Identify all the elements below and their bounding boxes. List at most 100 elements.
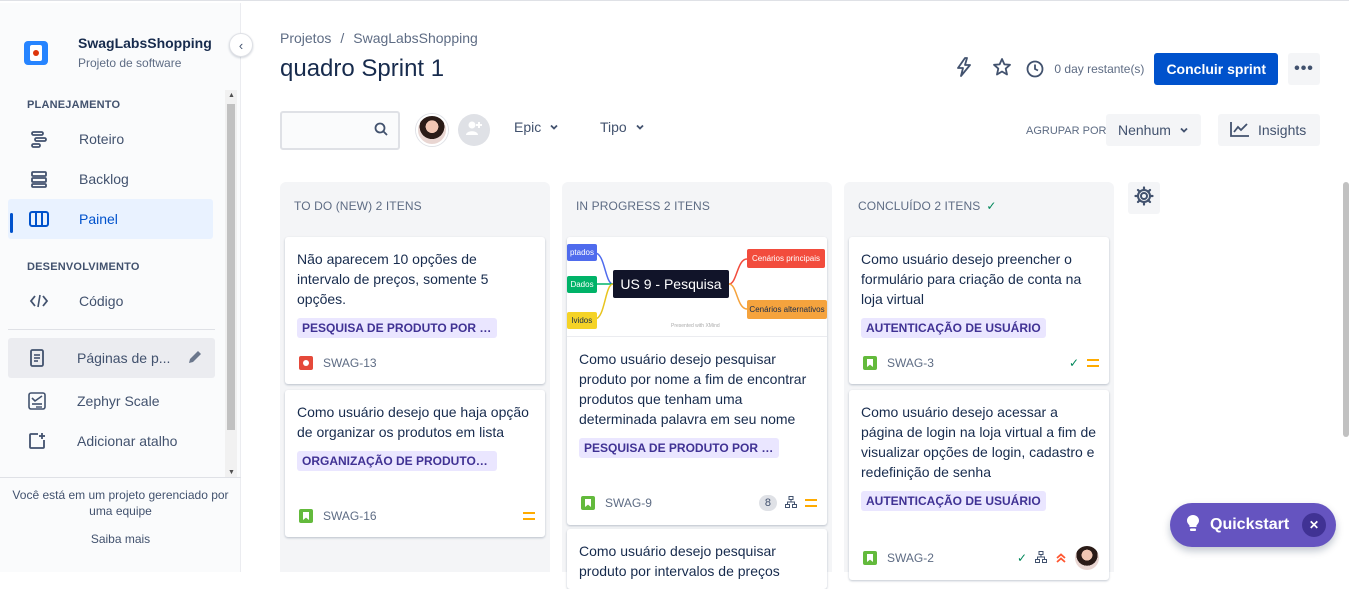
issue-key: SWAG-3 bbox=[887, 356, 934, 370]
epic-label[interactable]: PESQUISA DE PRODUTO POR INTE... bbox=[297, 318, 497, 338]
group-by-dropdown[interactable]: Nenhum bbox=[1106, 114, 1201, 146]
insights-chart-icon bbox=[1230, 121, 1250, 140]
done-check-icon: ✓ bbox=[986, 199, 997, 213]
mindmap-node: ptados bbox=[567, 244, 597, 261]
zephyr-icon bbox=[26, 390, 48, 412]
sidebar-item-painel[interactable]: Painel bbox=[8, 199, 213, 239]
story-icon bbox=[863, 551, 877, 565]
quickstart-label: Quickstart bbox=[1210, 516, 1290, 533]
mindmap-center-node: US 9 - Pesquisa bbox=[613, 270, 729, 298]
issue-card[interactable]: Não aparecem 10 opções de intervalo de p… bbox=[285, 237, 545, 384]
board-scrollbar[interactable] bbox=[1343, 182, 1349, 437]
subtask-hierarchy-icon bbox=[1035, 550, 1047, 566]
breadcrumb-projects[interactable]: Projetos bbox=[280, 30, 331, 46]
sidebar-item-paginas[interactable]: Páginas de p... bbox=[8, 338, 215, 378]
sidebar-item-label: Adicionar atalho bbox=[77, 433, 178, 449]
issue-card[interactable]: Como usuário desejo pesquisar produto po… bbox=[567, 529, 827, 589]
user-avatar-filter[interactable] bbox=[416, 114, 448, 146]
project-avatar-icon bbox=[24, 41, 48, 65]
subtask-hierarchy-icon bbox=[785, 495, 797, 511]
chevron-down-icon bbox=[549, 119, 559, 135]
collapse-sidebar-button[interactable]: ‹ bbox=[229, 33, 253, 57]
breadcrumb-project[interactable]: SwagLabsShopping bbox=[353, 30, 478, 46]
card-cover-mindmap: ptados Dados lvidos US 9 - Pesquisa Cená… bbox=[567, 237, 827, 337]
sidebar-item-backlog[interactable]: Backlog bbox=[8, 159, 213, 199]
header-actions: 0 day restante(s) Concluir sprint ••• bbox=[948, 53, 1320, 85]
epic-label[interactable]: AUTENTICAÇÃO DE USUÁRIO bbox=[861, 318, 1046, 338]
card-footer: SWAG-16 bbox=[299, 509, 535, 523]
epic-label[interactable]: PESQUISA DE PRODUTO POR NOME bbox=[579, 438, 779, 458]
backlog-icon bbox=[28, 168, 50, 190]
card-summary: Como usuário desejo pesquisar produto po… bbox=[579, 543, 780, 579]
board-settings-button[interactable] bbox=[1128, 182, 1160, 214]
edit-pencil-icon[interactable] bbox=[187, 349, 203, 368]
card-summary: Como usuário desejo pesquisar produto po… bbox=[579, 351, 807, 427]
epic-label[interactable]: ORGANIZAÇÃO DE PRODUTOS EM ... bbox=[297, 451, 497, 471]
sidebar-scrollbar[interactable]: ▲ ▼ bbox=[225, 90, 237, 478]
subtask-count-badge: 8 bbox=[758, 495, 777, 511]
group-by-label: AGRUPAR POR bbox=[1026, 125, 1107, 137]
chevron-left-icon: ‹ bbox=[238, 37, 244, 53]
epic-filter-label: Epic bbox=[514, 119, 542, 135]
insights-button[interactable]: Insights bbox=[1218, 114, 1320, 146]
sidebar-item-roteiro[interactable]: Roteiro bbox=[8, 119, 213, 159]
section-planning: PLANEJAMENTO bbox=[27, 99, 121, 111]
column-title-text: CONCLUÍDO 2 ITENS bbox=[858, 199, 981, 213]
issue-card[interactable]: ptados Dados lvidos US 9 - Pesquisa Cená… bbox=[567, 237, 827, 525]
quickstart-close-button[interactable]: ✕ bbox=[1302, 513, 1326, 537]
lightning-icon bbox=[955, 56, 973, 82]
assignee-avatar[interactable] bbox=[1075, 546, 1099, 570]
sidebar-item-label: Painel bbox=[79, 211, 118, 227]
story-icon bbox=[581, 496, 595, 510]
complete-sprint-button[interactable]: Concluir sprint bbox=[1154, 53, 1278, 85]
active-indicator bbox=[10, 213, 13, 233]
card-footer: SWAG-13 bbox=[299, 356, 535, 370]
learn-more-link[interactable]: Saiba mais bbox=[8, 531, 233, 547]
board-search-input[interactable] bbox=[280, 111, 400, 150]
priority-medium-icon bbox=[805, 499, 817, 507]
epic-label[interactable]: AUTENTICAÇÃO DE USUÁRIO bbox=[861, 491, 1046, 511]
story-icon bbox=[299, 509, 313, 523]
board-icon bbox=[28, 208, 50, 230]
card-footer: SWAG-3 ✓ bbox=[863, 356, 1099, 370]
search-icon bbox=[374, 122, 388, 141]
scrollbar-thumb[interactable] bbox=[227, 104, 235, 430]
sidebar-item-label: Código bbox=[79, 293, 124, 309]
mindmap-node: Cenários alternativos bbox=[747, 300, 827, 319]
more-actions-button[interactable]: ••• bbox=[1288, 53, 1320, 85]
group-by-value: Nenhum bbox=[1118, 122, 1171, 138]
scroll-up-arrow-icon[interactable]: ▲ bbox=[228, 92, 235, 99]
epic-filter-dropdown[interactable]: Epic bbox=[514, 119, 559, 135]
sidebar-item-add-shortcut[interactable]: Adicionar atalho bbox=[8, 421, 213, 461]
resolved-check-icon: ✓ bbox=[1016, 551, 1027, 565]
add-people-button[interactable] bbox=[458, 114, 490, 146]
star-button[interactable] bbox=[986, 53, 1018, 85]
issue-card[interactable]: Como usuário desejo preencher o formulár… bbox=[849, 237, 1109, 384]
scroll-down-arrow-icon[interactable]: ▼ bbox=[228, 469, 235, 476]
sidebar-item-label: Páginas de p... bbox=[77, 350, 171, 366]
issue-key: SWAG-9 bbox=[605, 496, 652, 510]
type-filter-dropdown[interactable]: Tipo bbox=[600, 119, 645, 135]
issue-card[interactable]: Como usuário desejo acessar a página de … bbox=[849, 390, 1109, 580]
sidebar-item-label: Backlog bbox=[79, 171, 129, 187]
roadmap-icon bbox=[28, 128, 50, 150]
clock-icon bbox=[1024, 53, 1046, 85]
lightbulb-icon bbox=[1186, 514, 1200, 537]
type-filter-label: Tipo bbox=[600, 119, 627, 135]
project-name: SwagLabsShopping bbox=[78, 35, 212, 51]
page-icon bbox=[26, 347, 48, 369]
board-column-done: CONCLUÍDO 2 ITENS ✓ Como usuário desejo … bbox=[844, 182, 1114, 580]
card-summary: Como usuário desejo preencher o formulár… bbox=[861, 251, 1082, 307]
quickstart-button[interactable]: Quickstart ✕ bbox=[1170, 503, 1336, 547]
page-title: quadro Sprint 1 bbox=[280, 55, 445, 82]
sidebar-item-codigo[interactable]: Código bbox=[8, 281, 213, 321]
project-header[interactable]: SwagLabsShopping Projeto de software bbox=[24, 33, 212, 70]
board-column-in-progress: IN PROGRESS 2 ITENS ptados Dados lvidos … bbox=[562, 182, 832, 589]
issue-card[interactable]: Como usuário desejo que haja opção de or… bbox=[285, 390, 545, 537]
column-title: IN PROGRESS 2 ITENS bbox=[576, 199, 710, 213]
sidebar-item-zephyr[interactable]: Zephyr Scale bbox=[8, 381, 213, 421]
resolved-check-icon: ✓ bbox=[1068, 356, 1079, 370]
insights-label: Insights bbox=[1258, 122, 1307, 138]
card-summary: Como usuário desejo acessar a página de … bbox=[861, 404, 1097, 480]
automation-button[interactable] bbox=[948, 53, 980, 85]
